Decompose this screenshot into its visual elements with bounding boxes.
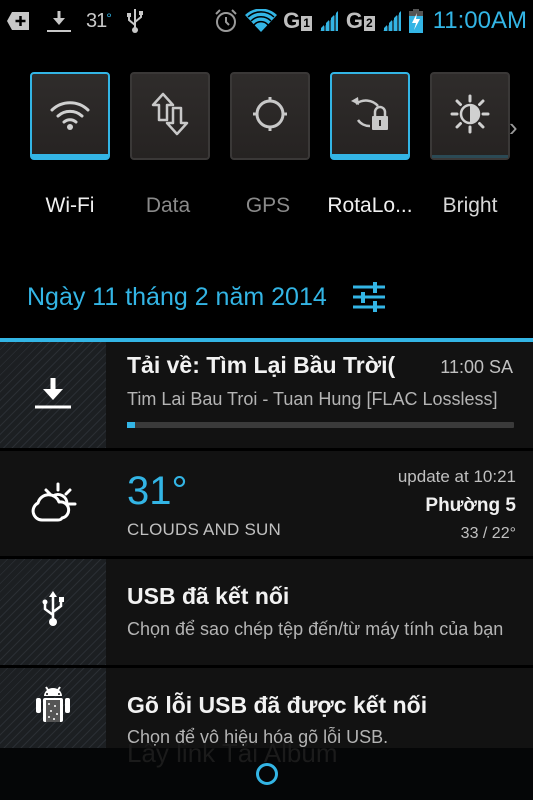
notification-body: 31° CLOUDS AND SUN update at 10:21 Phườn… <box>106 451 533 556</box>
weather-condition: CLOUDS AND SUN <box>127 520 281 539</box>
sim1-network-type: G <box>283 8 301 33</box>
brightness-icon <box>448 92 492 141</box>
battery-charging-icon <box>408 7 423 35</box>
wifi-toggle[interactable] <box>30 72 110 160</box>
download-icon <box>33 376 73 415</box>
data-transfer-icon <box>150 92 190 141</box>
wifi-label: Wi-Fi <box>45 194 95 217</box>
rotation-lock-icon <box>348 92 392 141</box>
signal-strength-icon <box>381 7 403 35</box>
notification-icon-area <box>0 342 106 448</box>
cloud-sun-icon <box>28 478 78 529</box>
brightness-label: Bright <box>442 194 498 217</box>
degree-symbol: ° <box>106 9 112 26</box>
rotation-lock-label: RotaLo... <box>327 194 413 217</box>
usb-debug-title: Gõ lỗi USB đã được kết nối <box>127 692 428 718</box>
sim2-indicator: G2 <box>346 8 375 34</box>
background-app-text: Lấy link Tải Album <box>127 738 338 768</box>
download-icon <box>46 7 72 35</box>
current-temperature: 31° <box>127 469 188 513</box>
weather-location: Phường 5 <box>425 495 516 516</box>
usb-subtitle: Chọn để sao chép tệp đến/từ máy tính của… <box>127 619 504 639</box>
notification-body: Tải về: Tìm Lại Bầu Trời( 11:00 SA Tim L… <box>106 342 533 448</box>
sim2-network-type: G <box>345 8 364 33</box>
android-debug-icon <box>35 684 71 733</box>
gps-label: GPS <box>245 194 291 217</box>
usb-icon <box>41 590 65 634</box>
sim2-number: 2 <box>364 16 375 31</box>
weather-high-low: 33 / 22° <box>460 525 516 542</box>
brightness-toggle[interactable] <box>430 72 510 160</box>
status-time: 11:00AM <box>432 7 527 34</box>
date-text: Ngày 11 tháng 2 năm 2014 <box>27 282 327 311</box>
rotation-lock-toggle[interactable] <box>330 72 410 160</box>
download-title: Tải về: Tìm Lại Bầu Trời( <box>127 352 396 378</box>
add-icon <box>6 7 32 35</box>
alarm-icon <box>213 7 239 35</box>
gps-toggle[interactable] <box>230 72 310 160</box>
chevron-right-icon[interactable]: › <box>509 112 518 143</box>
download-progress-bar <box>127 422 514 428</box>
wifi-icon <box>48 96 92 137</box>
date-row: Ngày 11 tháng 2 năm 2014 <box>0 272 533 322</box>
notification-body: Gõ lỗi USB đã được kết nối Chọn để vô hi… <box>106 668 533 748</box>
data-label: Data <box>145 194 191 217</box>
weather-temperature: 31° <box>86 9 112 33</box>
weather-notification[interactable]: 31° CLOUDS AND SUN update at 10:21 Phườn… <box>0 451 533 556</box>
usb-title: USB đã kết nối <box>127 583 290 609</box>
notification-icon-area <box>0 451 106 556</box>
notification-body: USB đã kết nối Chọn để sao chép tệp đến/… <box>106 559 533 665</box>
temperature-value: 31 <box>86 9 107 32</box>
usb-debug-notification[interactable]: Gõ lỗi USB đã được kết nối Chọn để vô hi… <box>0 668 533 748</box>
quick-settings-panel: › Wi-Fi Data GPS RotaLo... Bright <box>0 62 533 242</box>
notification-icon-area <box>0 559 106 665</box>
sim1-indicator: G1 <box>283 8 312 34</box>
sim1-number: 1 <box>301 16 312 31</box>
notification-icon-area <box>0 668 106 748</box>
gps-icon <box>250 94 290 139</box>
download-progress-fill <box>127 422 135 428</box>
usb-notification[interactable]: USB đã kết nối Chọn để sao chép tệp đến/… <box>0 559 533 665</box>
signal-strength-icon <box>318 7 340 35</box>
weather-update-time: update at 10:21 <box>397 467 516 486</box>
settings-sliders-icon[interactable] <box>351 281 387 313</box>
download-notification[interactable]: Tải về: Tìm Lại Bầu Trời( 11:00 SA Tim L… <box>0 342 533 448</box>
usb-icon <box>125 7 145 35</box>
panel-drag-handle[interactable] <box>256 763 278 785</box>
download-time: 11:00 SA <box>440 357 513 377</box>
wifi-icon <box>245 7 278 35</box>
data-toggle[interactable] <box>130 72 210 160</box>
download-filename: Tim Lai Bau Troi - Tuan Hung [FLAC Lossl… <box>127 389 498 409</box>
status-bar: 31° G1 G2 11:00AM <box>0 0 533 42</box>
